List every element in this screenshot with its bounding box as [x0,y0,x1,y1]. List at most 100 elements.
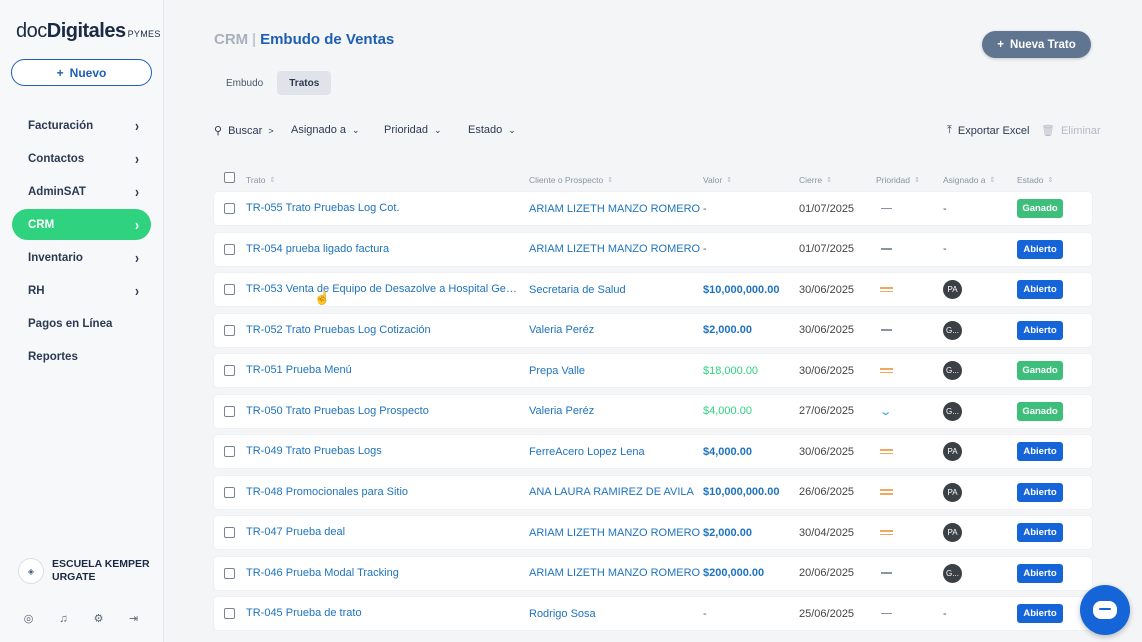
row-checkbox[interactable] [224,476,235,509]
col-cierre[interactable]: Cierre ⇕ [799,175,832,185]
col-trato[interactable]: Trato ⇕ [246,175,275,185]
status-badge[interactable]: Ganado [1017,401,1063,421]
checkbox[interactable] [224,405,235,417]
tab-embudo[interactable]: Embudo [214,71,275,95]
checkbox[interactable] [224,324,235,336]
sidebar-item-adminsat[interactable]: AdminSAT › [12,176,151,207]
client-link[interactable]: Valeria Peréz [529,395,594,428]
assigned-filter[interactable]: Asignado a ⌄ [291,124,360,136]
client-link[interactable]: ANA LAURA RAMIREZ DE AVILA [529,476,694,509]
row-checkbox[interactable] [224,395,235,428]
table-row[interactable]: TR-047 Prueba deal ARIAM LIZETH MANZO ROM… [214,516,1092,549]
sidebar-item-rh[interactable]: RH › [12,275,151,306]
new-deal-button[interactable]: + Nueva Trato [982,31,1091,58]
row-checkbox[interactable] [224,557,235,590]
table-row[interactable]: TR-055 Trato Pruebas Log Cot. ARIAM LIZET… [214,192,1092,225]
chat-button[interactable] [1080,585,1130,635]
brand-logo[interactable]: docDigitales PYMES [16,20,161,43]
deal-name-link[interactable]: TR-045 Prueba de trato [246,597,518,630]
sidebar-item-facturación[interactable]: Facturación › [12,110,151,141]
table-row[interactable]: TR-046 Prueba Modal Tracking ARIAM LIZETH… [214,556,1092,590]
deal-name-link[interactable]: TR-049 Trato Pruebas Logs [246,435,518,468]
row-checkbox[interactable] [224,597,235,630]
gear-icon[interactable]: ⚙ [92,612,105,625]
sidebar-item-contactos[interactable]: Contactos › [12,143,151,174]
client-link[interactable]: Secretaria de Salud [529,273,626,306]
deal-name-link[interactable]: TR-054 prueba ligado factura [246,233,518,266]
checkbox[interactable] [224,567,235,579]
col-valor[interactable]: Valor ⇕ [703,175,732,185]
organization[interactable]: ◈ ESCUELA KEMPER URGATE [18,558,150,584]
tab-tratos[interactable]: Tratos [277,71,332,95]
deal-name-link[interactable]: TR-052 Trato Pruebas Log Cotización [246,314,518,347]
col-prioridad[interactable]: Prioridad ⇕ [876,175,920,185]
deal-name-link[interactable]: TR-046 Prueba Modal Tracking [246,557,518,590]
table-row[interactable]: TR-054 prueba ligado factura ARIAM LIZETH… [214,232,1092,266]
checkbox[interactable] [224,446,235,457]
client-link[interactable]: Rodrigo Sosa [529,597,596,630]
deal-name-link[interactable]: TR-051 Prueba Menú [246,354,518,387]
client-link[interactable]: Valeria Peréz [529,314,594,347]
table-row[interactable]: TR-045 Prueba de trato Rodrigo Sosa - 25/06… [214,597,1092,630]
table-row[interactable]: TR-050 Trato Pruebas Log Prospecto Valeri… [214,394,1092,428]
status-badge[interactable]: Abierto [1017,482,1063,502]
sidebar-item-pagos-en-línea[interactable]: Pagos en Línea [12,308,151,339]
status-badge[interactable]: Ganado [1017,199,1063,218]
status-badge[interactable]: Ganado [1017,361,1063,380]
status-badge[interactable]: Abierto [1017,442,1063,461]
table-row[interactable]: TR-048 Promocionales para Sitio ANA LAURA… [214,475,1092,509]
user-icon[interactable]: ◎ [22,612,35,625]
sidebar-item-reportes[interactable]: Reportes [12,341,151,372]
status-badge[interactable]: Abierto [1017,320,1063,340]
priority-filter[interactable]: Prioridad ⌄ [384,124,442,136]
client-link[interactable]: ARIAM LIZETH MANZO ROMERO [529,557,700,590]
checkbox[interactable] [224,486,235,498]
col-asignado[interactable]: Asignado a ⇕ [943,175,995,185]
sidebar-item-inventario[interactable]: Inventario › [12,242,151,273]
status-badge[interactable]: Abierto [1017,604,1063,623]
status-badge[interactable]: Abierto [1017,563,1063,583]
checkbox[interactable] [224,243,235,255]
col-cliente[interactable]: Cliente o Prospecto ⇕ [529,175,613,185]
table-row[interactable]: TR-052 Trato Pruebas Log Cotización Valer… [214,313,1092,347]
breadcrumb-section[interactable]: CRM [214,31,248,48]
row-checkbox[interactable] [224,192,235,225]
row-checkbox[interactable] [224,273,235,306]
status-badge[interactable]: Abierto [1017,280,1063,299]
table-row[interactable]: TR-053 Venta de Equipo de Desazolve a Ho… [214,273,1092,306]
checkbox[interactable] [224,203,235,214]
deal-name-link[interactable]: TR-055 Trato Pruebas Log Cot. [246,192,518,225]
client-link[interactable]: ARIAM LIZETH MANZO ROMERO [529,233,700,266]
logout-icon[interactable]: ⇥ [127,612,140,625]
sidebar-item-crm[interactable]: CRM › [12,209,151,240]
search-filter[interactable]: ⚲ Buscar > [214,124,274,138]
client-link[interactable]: ARIAM LIZETH MANZO ROMERO [529,192,700,225]
table-row[interactable]: TR-049 Trato Pruebas Logs FerreAcero Lope… [214,435,1092,468]
table-row[interactable]: TR-051 Prueba Menú Prepa Valle $18,000.00 3… [214,354,1092,387]
new-button[interactable]: + Nuevo [11,59,152,86]
status-filter[interactable]: Estado ⌄ [468,124,516,136]
bell-icon[interactable]: ♫ [57,612,70,625]
col-estado[interactable]: Estado ⇕ [1017,175,1053,185]
client-link[interactable]: FerreAcero Lopez Lena [529,435,645,468]
client-link[interactable]: ARIAM LIZETH MANZO ROMERO [529,516,700,549]
row-checkbox[interactable] [224,314,235,347]
status-badge[interactable]: Abierto [1017,239,1063,259]
checkbox[interactable] [224,365,235,376]
row-checkbox[interactable] [224,354,235,387]
row-checkbox[interactable] [224,435,235,468]
checkbox[interactable] [224,527,235,538]
deal-name-link[interactable]: TR-047 Prueba deal [246,516,518,549]
delete-button[interactable]: 🗑︎ Eliminar [1041,124,1101,138]
status-badge[interactable]: Abierto [1017,523,1063,542]
client-link[interactable]: Prepa Valle [529,354,585,387]
deal-name-link[interactable]: TR-048 Promocionales para Sitio [246,476,518,509]
row-checkbox[interactable] [224,516,235,549]
row-checkbox[interactable] [224,233,235,266]
deal-name-link[interactable]: TR-053 Venta de Equipo de Desazolve a Ho… [246,273,518,306]
deal-name-link[interactable]: TR-050 Trato Pruebas Log Prospecto [246,395,518,428]
export-excel-button[interactable]: ⤒ Exportar Excel [947,124,1029,137]
select-all-checkbox[interactable] [224,172,235,183]
checkbox[interactable] [224,284,235,295]
checkbox[interactable] [224,608,235,619]
